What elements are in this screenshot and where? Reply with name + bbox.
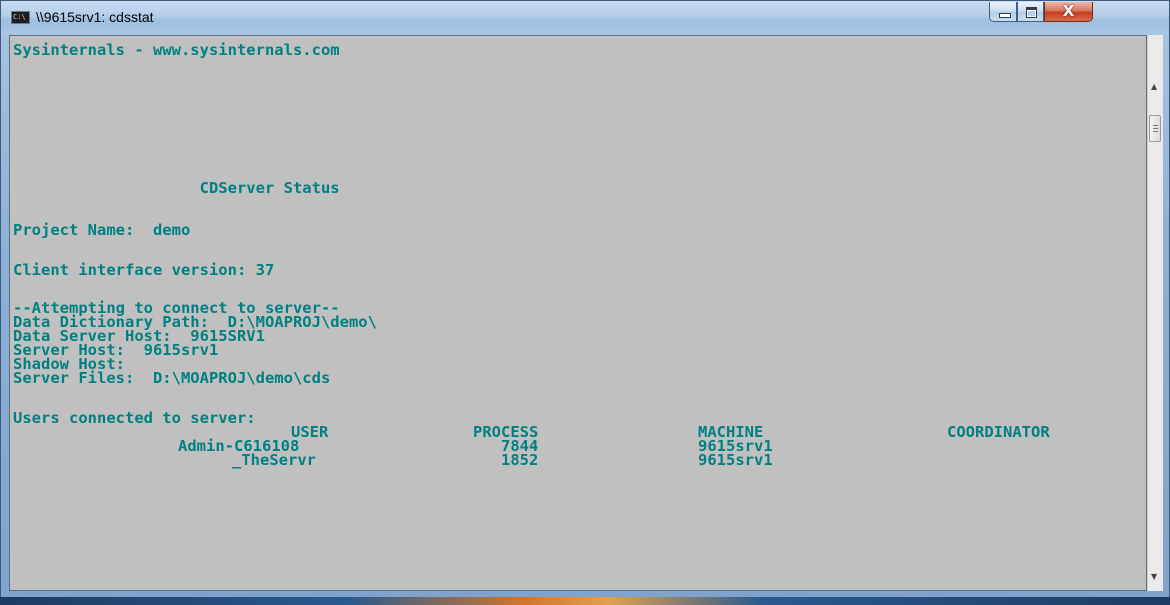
scroll-down-icon[interactable]: ▼ <box>1151 572 1157 581</box>
table-cell-user: _TheServr <box>232 451 316 469</box>
scroll-thumb[interactable] <box>1149 115 1161 142</box>
console-heading: CDServer Status <box>13 179 340 197</box>
table-header-coordinator: COORDINATOR <box>947 423 1050 441</box>
title-bar[interactable]: C:\ \\9615srv1: cdsstat X <box>1 1 1169 35</box>
scroll-up-icon[interactable]: ▲ <box>1151 82 1157 91</box>
desktop-background <box>0 597 1170 605</box>
grip-line <box>1153 125 1158 126</box>
table-cell-process: 1852 <box>501 451 539 469</box>
console-app-icon[interactable]: C:\ <box>11 11 30 24</box>
console-window: C:\ \\9615srv1: cdsstat X Sysinternals -… <box>0 0 1170 598</box>
minimize-icon <box>999 13 1011 18</box>
grip-line <box>1153 128 1158 129</box>
close-icon: X <box>1062 2 1075 20</box>
window-title: \\9615srv1: cdsstat <box>36 9 154 25</box>
grip-line <box>1153 131 1158 132</box>
maximize-button[interactable] <box>1017 2 1044 22</box>
console-output[interactable]: Sysinternals - www.sysinternals.com CDSe… <box>9 35 1147 591</box>
console-line: Project Name: demo <box>13 221 191 239</box>
console-line: Server Files: D:\MOAPROJ\demo\cds <box>13 369 331 387</box>
table-cell-machine: 9615srv1 <box>698 451 773 469</box>
vertical-scrollbar[interactable]: ▲ ▼ <box>1147 35 1163 591</box>
maximize-icon <box>1026 7 1037 18</box>
close-button[interactable]: X <box>1044 2 1093 22</box>
console-line: Users connected to server: <box>13 409 256 427</box>
minimize-button[interactable] <box>989 2 1017 22</box>
console-line: Client interface version: 37 <box>13 261 275 279</box>
console-line: Sysinternals - www.sysinternals.com <box>13 41 340 59</box>
